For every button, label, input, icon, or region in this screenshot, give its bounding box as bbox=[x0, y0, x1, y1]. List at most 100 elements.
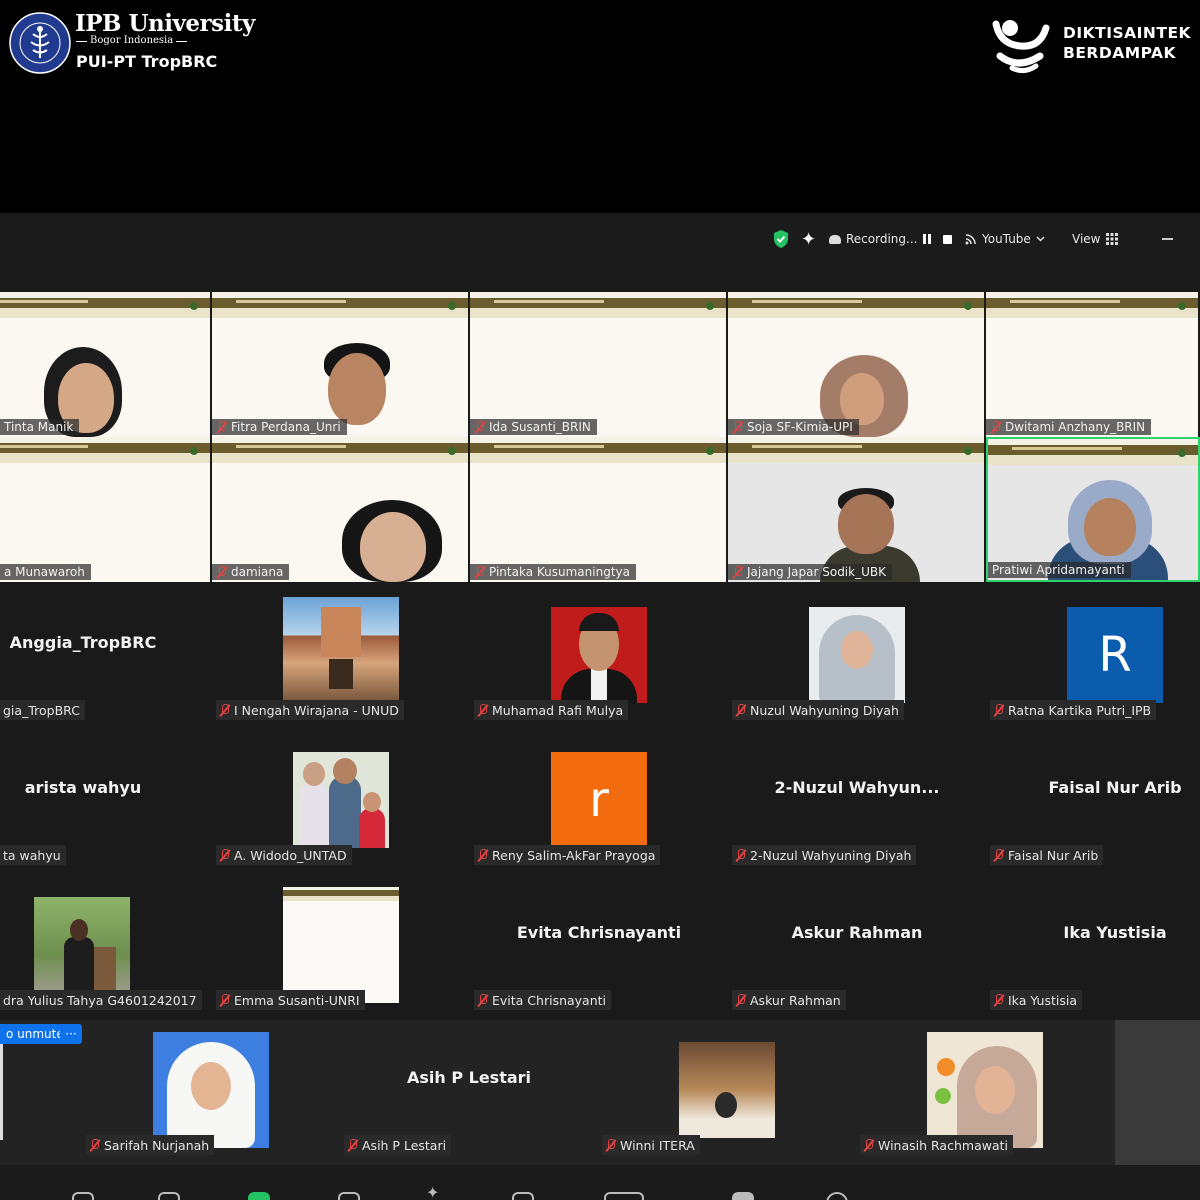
participants-icon[interactable] bbox=[72, 1192, 94, 1200]
muted-mic-icon bbox=[219, 993, 230, 1007]
muted-mic-icon bbox=[477, 703, 488, 717]
apps-icon[interactable] bbox=[604, 1192, 644, 1200]
video-name-label: Ida Susanti_BRIN bbox=[470, 419, 597, 435]
participant-label: Askur Rahman bbox=[732, 990, 846, 1010]
avatar-letter: R bbox=[1067, 607, 1163, 703]
participant-display-name: 2-Nuzul Wahyun... bbox=[774, 778, 940, 797]
participant-tile[interactable]: Muhamad Rafi Mulya bbox=[470, 585, 728, 730]
participant-tile[interactable]: Winasih Rachmawati bbox=[856, 1020, 1114, 1165]
muted-mic-icon bbox=[735, 848, 746, 862]
participant-label: Ika Yustisia bbox=[990, 990, 1082, 1010]
participant-display-name: Evita Chrisnayanti bbox=[516, 923, 682, 942]
ai-companion-sparkle-icon[interactable]: ✦ bbox=[801, 226, 816, 252]
participant-tile[interactable]: dra Yulius Tahya G4601242017 bbox=[0, 875, 212, 1020]
diktisaintek-title: DIKTISAINTEK bbox=[1063, 24, 1192, 42]
avatar-portrait-photo bbox=[551, 607, 647, 703]
participant-tile[interactable]: Winni ITERA bbox=[598, 1020, 856, 1165]
participant-label: Winasih Rachmawati bbox=[860, 1135, 1013, 1155]
avatar-portrait-photo bbox=[153, 1032, 269, 1148]
slide-banner bbox=[728, 292, 984, 318]
more-options-button[interactable]: ··· bbox=[60, 1024, 82, 1044]
participant-tile[interactable]: Emma Susanti-UNRI bbox=[212, 875, 470, 1020]
security-shield-icon[interactable] bbox=[772, 226, 790, 252]
video-tile[interactable]: Tinta Manik bbox=[0, 292, 212, 437]
muted-mic-icon bbox=[219, 703, 230, 717]
view-menu-button[interactable]: View bbox=[1072, 226, 1119, 252]
participant-label: Nuzul Wahyuning Diyah bbox=[732, 700, 904, 720]
participant-tile[interactable]: Ika Yustisia Ika Yustisia bbox=[986, 875, 1200, 1020]
slide-banner bbox=[0, 292, 210, 318]
video-tile-active-speaker[interactable]: Pratiwi Apridamayanti bbox=[986, 437, 1200, 582]
participant-tile[interactable]: R Ratna Kartika Putri_IPB bbox=[986, 585, 1200, 730]
more-icon[interactable] bbox=[826, 1192, 848, 1200]
participant-tile[interactable]: A. Widodo_UNTAD bbox=[212, 730, 470, 875]
stop-recording-button[interactable] bbox=[940, 226, 954, 252]
berdampak-title: BERDAMPAK bbox=[1063, 44, 1177, 62]
whiteboard-icon[interactable] bbox=[732, 1192, 754, 1200]
muted-mic-icon bbox=[219, 848, 230, 862]
video-tile[interactable]: damiana bbox=[212, 437, 470, 582]
participant-label: Emma Susanti-UNRI bbox=[216, 990, 365, 1010]
participant-label: A. Widodo_UNTAD bbox=[216, 845, 352, 865]
reactions-icon[interactable] bbox=[512, 1192, 534, 1200]
participant-tile[interactable]: arista wahyu ta wahyu bbox=[0, 730, 212, 875]
minimize-icon[interactable] bbox=[1162, 226, 1174, 252]
diktisaintek-logo-icon bbox=[992, 20, 1050, 74]
video-tile[interactable]: Fitra Perdana_Unri bbox=[212, 292, 470, 437]
participant-tile[interactable]: I Nengah Wirajana - UNUD bbox=[212, 585, 470, 730]
participant-tile[interactable]: r Reny Salim-AkFar Prayoga bbox=[470, 730, 728, 875]
video-tile[interactable]: Soja SF-Kimia-UPI bbox=[728, 292, 986, 437]
participant-label: Ratna Kartika Putri_IPB bbox=[990, 700, 1157, 720]
participant-label: dra Yulius Tahya G4601242017 bbox=[0, 990, 202, 1010]
participant-tile[interactable]: Evita Chrisnayanti Evita Chrisnayanti bbox=[470, 875, 728, 1020]
avatar-portrait-photo bbox=[809, 607, 905, 703]
participant-tile[interactable]: Sarifah Nurjanah bbox=[82, 1020, 340, 1165]
participant-tile[interactable]: Asih P Lestari Asih P Lestari bbox=[340, 1020, 598, 1165]
participant-label: Asih P Lestari bbox=[344, 1135, 452, 1155]
participant-tile[interactable]: Nuzul Wahyuning Diyah bbox=[728, 585, 986, 730]
muted-mic-icon bbox=[863, 1138, 874, 1152]
record-icon[interactable] bbox=[338, 1192, 360, 1200]
muted-mic-icon bbox=[477, 848, 488, 862]
chevron-down-icon bbox=[1036, 236, 1045, 242]
participant-tile[interactable]: Faisal Nur Arib Faisal Nur Arib bbox=[986, 730, 1200, 875]
participant-label: Winni ITERA bbox=[602, 1135, 700, 1155]
participant-label: Reny Salim-AkFar Prayoga bbox=[474, 845, 661, 865]
chat-icon[interactable] bbox=[158, 1192, 180, 1200]
slide-banner bbox=[470, 437, 726, 463]
grid-icon bbox=[1106, 233, 1119, 245]
participant-tile[interactable]: Askur Rahman Askur Rahman bbox=[728, 875, 986, 1020]
muted-mic-icon bbox=[735, 993, 746, 1007]
participant-display-name: Faisal Nur Arib bbox=[1048, 778, 1182, 797]
video-tile[interactable]: Dwitami Anzhany_BRIN bbox=[986, 292, 1200, 437]
participant-display-name: Askur Rahman bbox=[791, 923, 923, 942]
ipb-logo-icon bbox=[9, 12, 71, 74]
share-screen-icon[interactable] bbox=[248, 1192, 270, 1200]
slide-banner bbox=[212, 292, 468, 318]
video-name-label: damiana bbox=[212, 564, 290, 580]
participant-label: ta wahyu bbox=[0, 845, 66, 865]
slide-banner bbox=[988, 439, 1198, 465]
youtube-label: YouTube bbox=[982, 232, 1031, 246]
video-tile[interactable]: a Munawaroh bbox=[0, 437, 212, 582]
video-tile[interactable]: Pintaka Kusumaningtya bbox=[470, 437, 728, 582]
recording-indicator[interactable]: Recording... bbox=[829, 226, 917, 252]
view-label: View bbox=[1072, 232, 1101, 246]
broadcast-icon bbox=[965, 234, 976, 245]
participant-display-name: Asih P Lestari bbox=[406, 1068, 532, 1087]
participant-tile[interactable]: Anggia_TropBRC gia_TropBRC bbox=[0, 585, 212, 730]
window-edge bbox=[1115, 1020, 1200, 1165]
video-tile[interactable]: Ida Susanti_BRIN bbox=[470, 292, 728, 437]
muted-mic-icon bbox=[993, 848, 1004, 862]
participant-label: Evita Chrisnayanti bbox=[474, 990, 612, 1010]
video-tile[interactable]: Jajang Japar Sodik_UBK bbox=[728, 437, 986, 582]
ai-companion-icon[interactable]: ✦ bbox=[426, 1183, 448, 1200]
avatar-room-photo bbox=[679, 1042, 775, 1138]
muted-mic-icon bbox=[216, 565, 227, 579]
meeting-topbar: ✦ Recording... YouTube View bbox=[0, 213, 1200, 265]
participant-tile[interactable]: 2-Nuzul Wahyun... 2-Nuzul Wahyuning Diya… bbox=[728, 730, 986, 875]
pause-recording-button[interactable] bbox=[919, 226, 935, 252]
recording-label: Recording... bbox=[846, 232, 918, 246]
livestream-youtube-button[interactable]: YouTube bbox=[965, 226, 1045, 252]
avatar-letter: r bbox=[551, 752, 647, 848]
